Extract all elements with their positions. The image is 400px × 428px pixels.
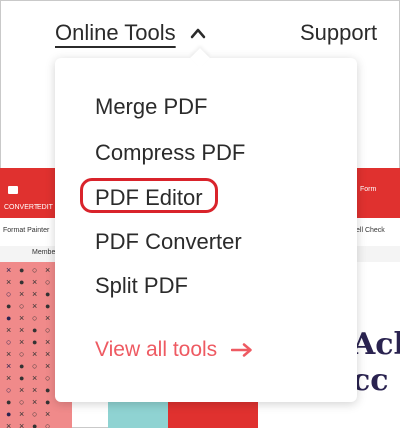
pattern-mark: ○ bbox=[45, 325, 51, 335]
pattern-mark: ○ bbox=[45, 373, 51, 383]
form-label: Form bbox=[360, 186, 377, 193]
pattern-mark: ● bbox=[6, 397, 12, 407]
pattern-mark: × bbox=[45, 265, 51, 275]
pattern-mark: × bbox=[19, 325, 25, 335]
view-all-tools-link[interactable]: View all tools bbox=[95, 338, 253, 362]
pattern-mark: × bbox=[19, 337, 25, 347]
pattern-mark: × bbox=[45, 313, 51, 323]
pattern-mark: ○ bbox=[6, 385, 12, 395]
pattern-mark: ● bbox=[19, 265, 25, 275]
pattern-mark: × bbox=[32, 397, 38, 407]
convert-tab: CONVERT bbox=[4, 204, 39, 211]
menu-item-compress-pdf[interactable]: Compress PDF bbox=[95, 140, 245, 166]
pattern-mark: ○ bbox=[45, 277, 51, 287]
pattern-mark: × bbox=[19, 385, 25, 395]
pattern-mark: ● bbox=[19, 361, 25, 371]
pattern-mark: × bbox=[6, 373, 12, 383]
pattern-mark: × bbox=[45, 337, 51, 347]
pattern-mark: × bbox=[32, 373, 38, 383]
print-icon bbox=[8, 186, 18, 194]
pattern-mark: × bbox=[6, 325, 12, 335]
pattern-mark: ○ bbox=[32, 409, 38, 419]
pattern-mark: ● bbox=[19, 277, 25, 287]
menu-item-pdf-editor[interactable]: PDF Editor bbox=[95, 185, 203, 211]
online-tools-dropdown: Merge PDF Compress PDF PDF Editor PDF Co… bbox=[55, 58, 357, 402]
pattern-mark: × bbox=[45, 349, 51, 359]
document-heading-line1: Ack bbox=[352, 327, 400, 362]
pattern-mark: ● bbox=[45, 385, 51, 395]
pattern-mark: × bbox=[6, 277, 12, 287]
pattern-mark: ● bbox=[45, 289, 51, 299]
member-label: Member bbox=[32, 249, 58, 256]
pattern-mark: × bbox=[6, 265, 12, 275]
support-nav[interactable]: Support bbox=[300, 20, 377, 46]
pattern-mark: ○ bbox=[32, 361, 38, 371]
pattern-mark: ○ bbox=[6, 289, 12, 299]
pattern-mark: ○ bbox=[32, 313, 38, 323]
document-heading-line2: cc bbox=[352, 363, 389, 398]
pattern-mark: × bbox=[32, 349, 38, 359]
pattern-mark: ● bbox=[6, 301, 12, 311]
menu-item-merge-pdf[interactable]: Merge PDF bbox=[95, 94, 207, 120]
online-tools-nav[interactable]: Online Tools bbox=[55, 20, 206, 46]
pattern-mark: × bbox=[32, 289, 38, 299]
pattern-mark: ● bbox=[32, 325, 38, 335]
pattern-mark: × bbox=[19, 313, 25, 323]
pattern-mark: ● bbox=[6, 313, 12, 323]
pattern-mark: ● bbox=[32, 421, 38, 428]
pattern-mark: ○ bbox=[19, 397, 25, 407]
pattern-mark: ○ bbox=[19, 349, 25, 359]
pattern-mark: × bbox=[19, 409, 25, 419]
spell-check-label: ell Check bbox=[356, 227, 385, 234]
edit-tab: EDIT bbox=[37, 204, 53, 211]
view-all-tools-label: View all tools bbox=[95, 338, 218, 361]
pattern-mark: ○ bbox=[32, 265, 38, 275]
pattern-mark: ● bbox=[19, 373, 25, 383]
pattern-mark: ● bbox=[45, 397, 51, 407]
pattern-mark: ○ bbox=[6, 337, 12, 347]
menu-item-pdf-converter[interactable]: PDF Converter bbox=[95, 229, 242, 255]
pattern-mark: ● bbox=[32, 337, 38, 347]
pattern-mark: ● bbox=[6, 409, 12, 419]
pattern-mark: ● bbox=[45, 301, 51, 311]
pattern-mark: × bbox=[19, 289, 25, 299]
pattern-mark: ○ bbox=[45, 421, 51, 428]
arrow-right-icon bbox=[231, 343, 252, 357]
pattern-mark: × bbox=[32, 385, 38, 395]
pattern-mark: × bbox=[6, 349, 12, 359]
pattern-mark: × bbox=[45, 409, 51, 419]
pattern-mark: × bbox=[32, 277, 38, 287]
pattern-mark: × bbox=[6, 361, 12, 371]
menu-item-split-pdf[interactable]: Split PDF bbox=[95, 273, 188, 299]
pattern-mark: × bbox=[19, 421, 25, 428]
pattern-mark: × bbox=[45, 361, 51, 371]
pattern-mark: ○ bbox=[19, 301, 25, 311]
format-painter-label: Format Painter bbox=[3, 227, 50, 234]
chevron-up-icon bbox=[190, 28, 205, 39]
online-tools-label: Online Tools bbox=[55, 20, 176, 45]
pattern-mark: × bbox=[6, 421, 12, 428]
pattern-mark: × bbox=[32, 301, 38, 311]
